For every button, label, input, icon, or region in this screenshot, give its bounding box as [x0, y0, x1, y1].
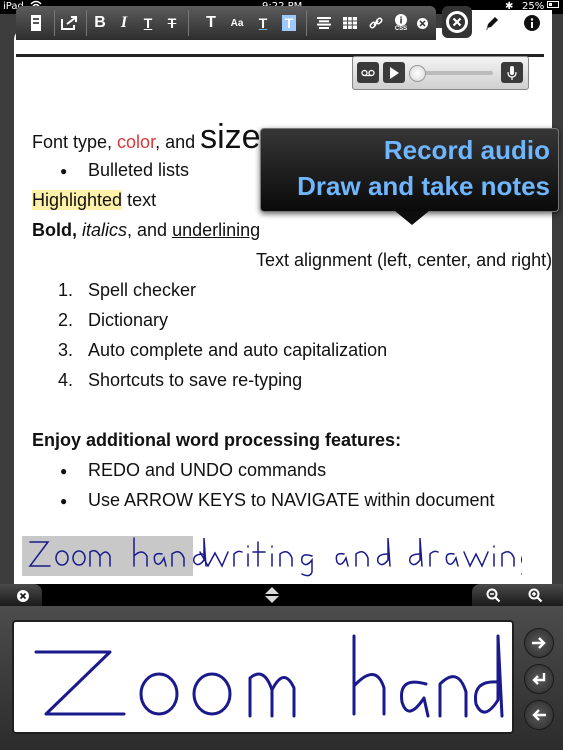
text-button[interactable]: T — [200, 10, 222, 36]
doc-line-highlight: Highlighted text — [32, 190, 157, 210]
info-icon[interactable] — [520, 10, 544, 36]
close-button[interactable] — [442, 6, 472, 38]
zoom-panel-bar — [0, 584, 563, 606]
audio-recorder — [352, 56, 529, 90]
zoomed-handwriting — [34, 634, 504, 718]
list-item: 2. Dictionary — [58, 310, 169, 330]
strikethrough-button[interactable]: T — [162, 10, 182, 36]
close-icon — [17, 590, 29, 602]
italic-button[interactable]: I — [114, 10, 134, 36]
bold-button[interactable]: B — [90, 10, 110, 36]
red-text: color — [117, 132, 156, 152]
table-icon[interactable] — [340, 10, 360, 36]
doc-line-bold: Bold, italics, and underlining — [32, 220, 261, 240]
font-size-button[interactable]: Aa — [226, 10, 248, 36]
return-icon[interactable] — [524, 664, 554, 694]
clear-icon[interactable] — [414, 10, 430, 36]
doc-line-alignment: Text alignment (left, center, and right) — [256, 250, 553, 270]
list-item: Bulleted lists — [60, 160, 189, 181]
mic-icon[interactable] — [501, 62, 523, 83]
play-icon[interactable] — [383, 62, 405, 83]
list-item: 3. Auto complete and auto capitalization — [58, 340, 388, 360]
callout-line-2: Draw and take notes — [297, 171, 550, 201]
list-item: 1. Spell checker — [58, 280, 197, 300]
list-item: 4. Shortcuts to save re-typing — [58, 370, 303, 390]
doc-line-font: Font type, color, and size — [32, 118, 261, 156]
link-icon[interactable] — [366, 10, 386, 36]
handwriting-canvas[interactable] — [12, 620, 514, 734]
zoom-out-icon[interactable] — [486, 588, 501, 603]
zoom-controls — [472, 584, 563, 606]
close-icon — [446, 11, 468, 33]
callout-line-1: Record audio — [383, 135, 550, 165]
handwritten-note — [28, 537, 522, 577]
css-icon[interactable]: i CSS — [390, 10, 412, 36]
align-icon[interactable] — [314, 10, 334, 36]
zoom-in-icon[interactable] — [528, 588, 543, 603]
audio-slider-track[interactable] — [417, 71, 493, 75]
formatting-toolbar: B I T T T Aa T T i CSS — [16, 6, 552, 40]
handwriting-panel — [0, 606, 563, 750]
save-icon[interactable] — [26, 10, 46, 36]
export-icon[interactable] — [58, 10, 80, 36]
list-item: Use ARROW KEYS to NAVIGATE within docume… — [60, 490, 495, 511]
arrow-right-icon[interactable] — [524, 628, 554, 658]
voicemail-icon[interactable] — [357, 62, 379, 83]
doc-line-enjoy: Enjoy additional word processing feature… — [32, 430, 402, 450]
text-color-button[interactable]: T — [252, 10, 274, 36]
highlight-button[interactable]: T — [278, 10, 300, 36]
arrow-left-icon[interactable] — [524, 700, 554, 730]
pencil-icon[interactable] — [480, 10, 504, 36]
list-item: REDO and UNDO commands — [60, 460, 326, 481]
svg-text:i: i — [399, 16, 402, 26]
feature-callout: Record audio Draw and take notes — [260, 128, 559, 225]
size-text: size — [200, 118, 261, 156]
close-zoom-tab[interactable] — [0, 584, 42, 606]
audio-slider-thumb[interactable] — [409, 65, 426, 82]
underline-button[interactable]: T — [138, 10, 158, 36]
